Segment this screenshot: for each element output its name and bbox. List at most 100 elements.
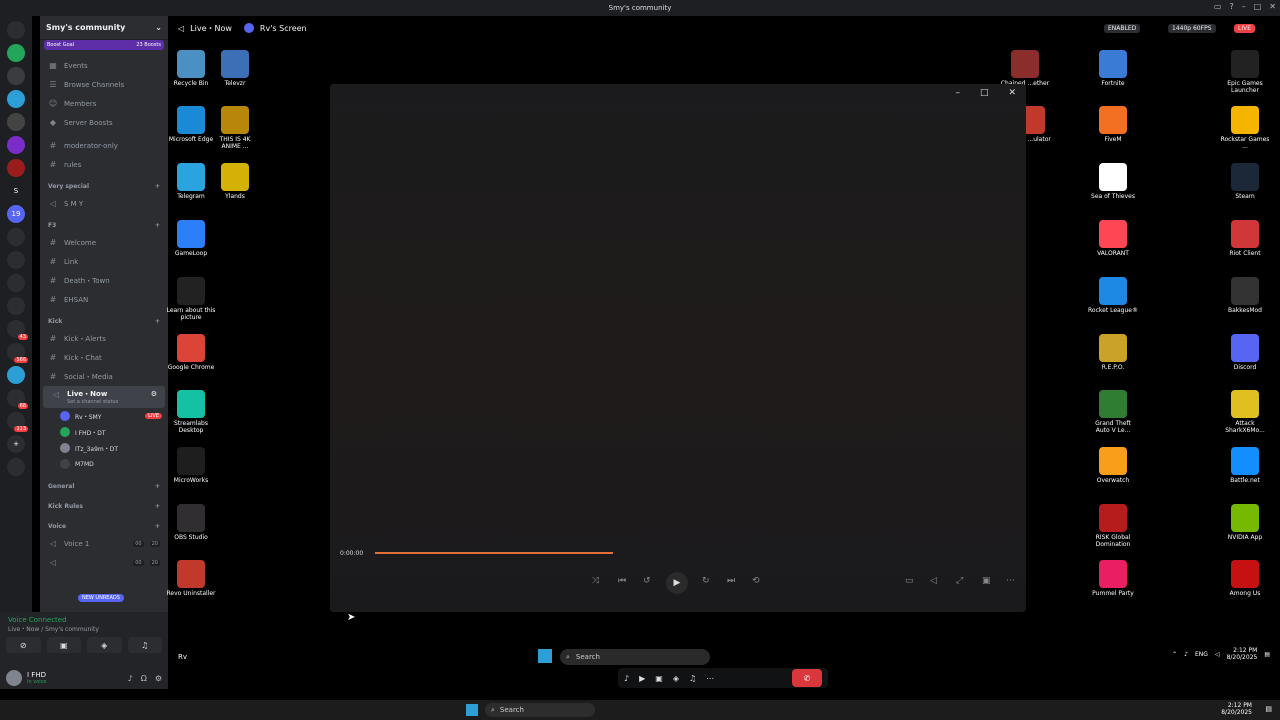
server-icon[interactable] — [7, 251, 25, 269]
more-icon[interactable]: ⋯ — [1006, 576, 1015, 586]
desktop-icon[interactable]: THIS IS 4K ANIME ... — [210, 106, 260, 150]
microphone-icon[interactable]: ♪ — [1184, 651, 1188, 658]
maximize-icon[interactable]: □ — [980, 88, 989, 98]
voice-connected-sub[interactable]: Live・Now / Smy's community — [0, 624, 168, 633]
shuffle-icon[interactable]: ⤨ — [592, 576, 599, 586]
camera-icon[interactable]: ▶ — [639, 674, 645, 683]
plus-icon[interactable]: + — [155, 222, 160, 229]
activity-icon[interactable]: ◈ — [673, 674, 679, 683]
desktop-icon[interactable]: Telegram — [166, 163, 216, 200]
server-icon[interactable] — [7, 44, 25, 62]
desktop-icon[interactable]: MicroWorks — [166, 447, 216, 484]
desktop-icon[interactable]: Riot Client — [1220, 220, 1270, 257]
clock[interactable]: 2:12 PM 8/20/2025 — [1227, 647, 1258, 661]
activity-button[interactable]: ◈ — [87, 637, 122, 653]
microphone-icon[interactable]: ♪ — [624, 674, 629, 683]
desktop-icon[interactable]: Overwatch — [1088, 447, 1138, 484]
channel-live-now[interactable]: ◁ Live・Now ⚙ Set a channel status — [43, 386, 165, 408]
channel-moderator-only[interactable]: # moderator-only — [40, 136, 168, 155]
next-icon[interactable]: ⏭ — [727, 576, 735, 586]
play-button[interactable]: ▶ — [666, 572, 688, 594]
server-header[interactable]: Smy's community ⌄ — [40, 16, 168, 40]
channel-link[interactable]: # Link — [40, 252, 168, 271]
server-icon[interactable] — [7, 228, 25, 246]
rewind-icon[interactable]: ↺ — [643, 576, 651, 586]
desktop-icon[interactable]: Recycle Bin — [166, 50, 216, 87]
chevron-up-icon[interactable]: ⌃ — [1172, 651, 1177, 658]
desktop-icon[interactable]: Televzr — [210, 50, 260, 87]
inbox-icon[interactable]: ▭ — [1214, 2, 1222, 11]
channel-smy[interactable]: ◁ S M Y — [40, 194, 168, 213]
fullscreen-icon[interactable]: ⤢ — [956, 576, 963, 586]
desktop-icon[interactable]: GameLoop — [166, 220, 216, 257]
maximize-icon[interactable]: □ — [1254, 2, 1262, 11]
desktop-icon[interactable]: Sea of Thieves — [1088, 163, 1138, 200]
volume-icon[interactable]: ◁ — [1215, 651, 1220, 658]
close-icon[interactable]: ✕ — [1269, 2, 1276, 11]
plus-icon[interactable]: + — [155, 183, 160, 190]
channel-death-town[interactable]: # Death・Town — [40, 271, 168, 290]
new-unreads-pill[interactable]: NEW UNREADS — [78, 594, 124, 602]
category-very-special[interactable]: Very special + — [40, 178, 168, 194]
desktop-icon[interactable]: Microsoft Edge — [166, 106, 216, 143]
notification-icon[interactable]: ▤ — [1264, 651, 1270, 658]
channel-ehsan[interactable]: # EHSAN — [40, 290, 168, 309]
more-icon[interactable]: ⋯ — [706, 674, 714, 683]
gear-icon[interactable]: ⚙ — [155, 674, 162, 683]
server-icon[interactable] — [7, 366, 25, 384]
voice-user[interactable]: ITz_3a9m・DT — [40, 440, 168, 456]
desktop-icon[interactable]: Rockstar Games ... — [1220, 106, 1270, 150]
desktop-icon[interactable]: Steam — [1220, 163, 1270, 200]
close-icon[interactable]: ✕ — [1008, 88, 1016, 98]
channel-kick-chat[interactable]: # Kick・Chat — [40, 348, 168, 367]
sidebar-item-browse-channels[interactable]: ☰ Browse Channels — [40, 75, 168, 94]
progress-bar[interactable] — [375, 552, 613, 554]
desktop-icon[interactable]: Chained ...ether — [1000, 50, 1050, 87]
desktop-icon[interactable]: Rocket League® — [1088, 277, 1138, 314]
category-kick[interactable]: Kick + — [40, 313, 168, 329]
cast-icon[interactable]: ▣ — [982, 576, 991, 586]
server-icon[interactable]: S — [7, 182, 25, 200]
plus-icon[interactable]: + — [155, 503, 160, 510]
category-f3[interactable]: F3 + — [40, 217, 168, 233]
desktop-icon[interactable]: VALORANT — [1088, 220, 1138, 257]
sidebar-item-server-boosts[interactable]: ◆ Server Boosts — [40, 113, 168, 132]
notification-icon[interactable]: ▤ — [1265, 705, 1272, 713]
server-icon[interactable]: + — [7, 435, 25, 453]
plus-icon[interactable]: + — [155, 483, 160, 490]
channel-welcome[interactable]: # Welcome — [40, 233, 168, 252]
disconnect-button[interactable]: ✆ — [792, 669, 822, 687]
desktop-icon[interactable]: RISK Global Domination — [1088, 504, 1138, 548]
desktop-icon[interactable]: Pummel Party — [1088, 560, 1138, 597]
forward-icon[interactable]: ↻ — [702, 576, 710, 586]
taskbar-search[interactable]: ⌕ Search — [560, 649, 710, 665]
headphones-icon[interactable]: Ω — [141, 674, 147, 683]
desktop-icon[interactable]: Grand Theft Auto V Le... — [1088, 390, 1138, 434]
desktop-icon[interactable]: Google Chrome — [166, 334, 216, 371]
server-icon[interactable] — [7, 458, 25, 476]
soundboard-button[interactable]: ♫ — [127, 637, 162, 653]
server-icon[interactable] — [7, 136, 25, 154]
desktop-icon[interactable]: Ylands — [210, 163, 260, 200]
volume-icon[interactable]: ◁ — [930, 576, 937, 586]
windows-start-icon[interactable] — [538, 649, 552, 663]
desktop-icon[interactable]: NVIDIA App — [1220, 504, 1270, 541]
desktop-icon[interactable]: FiveM — [1088, 106, 1138, 143]
desktop-icon[interactable]: Battle.net — [1220, 447, 1270, 484]
camera-off-button[interactable]: ⊘ — [6, 637, 41, 653]
screen-share-icon[interactable]: ▣ — [655, 674, 663, 683]
server-icon[interactable]: 68 — [7, 389, 28, 409]
repeat-icon[interactable]: ⟲ — [752, 576, 760, 586]
channel-social-media[interactable]: # Social・Media — [40, 367, 168, 386]
desktop-icon[interactable]: Among Us — [1220, 560, 1270, 597]
channel-voice-2[interactable]: ◁ 00 20 — [40, 553, 168, 572]
desktop-icon[interactable]: Discord — [1220, 334, 1270, 371]
voice-user[interactable]: M7MD — [40, 456, 168, 472]
server-icon[interactable] — [7, 159, 25, 177]
settings-icon[interactable]: ⚙ — [151, 390, 157, 398]
minimize-icon[interactable]: – — [955, 88, 960, 98]
sidebar-item-members[interactable]: ☺ Members — [40, 94, 168, 113]
server-icon[interactable]: 113 — [7, 412, 28, 432]
server-icon[interactable] — [7, 113, 25, 131]
server-icon[interactable]: 566 — [7, 343, 28, 363]
